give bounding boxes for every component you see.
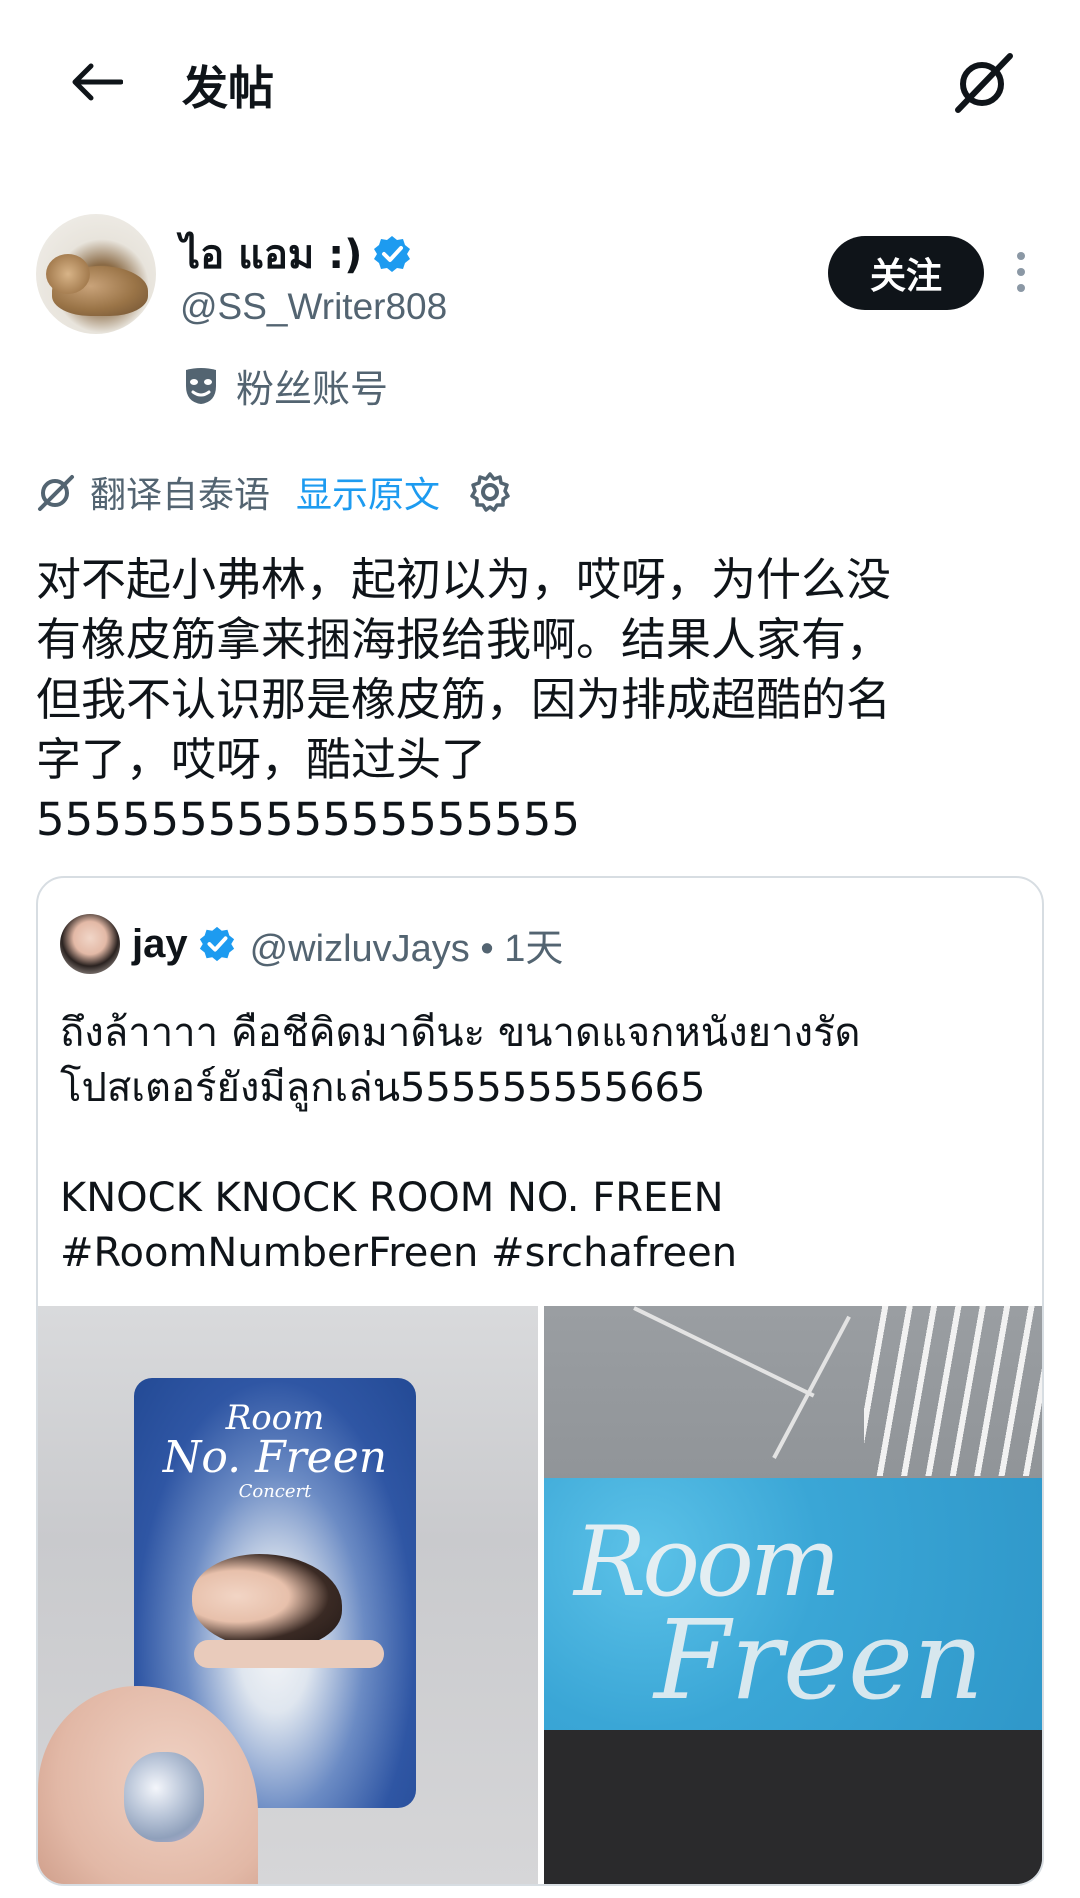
quoted-media-photocard[interactable]: Room No. Freen Concert: [38, 1306, 538, 1884]
mask-icon: [186, 367, 216, 404]
follow-button[interactable]: 关注: [828, 236, 984, 310]
translated-from-label: 翻译自泰语: [90, 475, 271, 516]
gear-icon[interactable]: [468, 470, 512, 514]
quoted-post-text: ถึงล้าาาา คือชีคิดมาดีนะ ขนาดแจกหนังยางร…: [60, 1010, 861, 1276]
glitter-nail: [124, 1752, 204, 1842]
author-avatar[interactable]: [36, 214, 156, 334]
back-button[interactable]: [64, 50, 128, 114]
verified-badge-icon: [199, 926, 234, 962]
more-options-button[interactable]: [1004, 244, 1038, 300]
fan-account-label: 粉丝账号: [236, 367, 389, 411]
quoted-post-header: jay @wizluvJays • 1天: [60, 912, 563, 976]
author-name-row: ไอ แอม :): [180, 222, 412, 286]
crowd-barrier: [864, 1306, 1042, 1476]
quoted-media-flower-board[interactable]: Room Freen: [544, 1306, 1042, 1884]
page-title: 发帖: [182, 61, 274, 115]
author-handle[interactable]: @SS_Writer808: [180, 286, 447, 328]
quoted-author-avatar[interactable]: [60, 914, 120, 974]
author-name[interactable]: ไอ แอม :): [180, 222, 362, 286]
verified-badge-icon: [374, 236, 411, 272]
board-stand: [544, 1730, 1042, 1884]
post-text: 对不起小弗林，起初以为，哎呀，为什么没 有橡皮筋拿来捆海报给我啊。结果人家有， …: [36, 553, 892, 846]
translation-row: 翻译自泰语 显示原文: [36, 468, 512, 516]
fan-account-badge: 粉丝账号: [184, 358, 388, 413]
back-arrow-icon: [72, 63, 123, 101]
photocard-portrait: [192, 1554, 342, 1648]
quoted-author-handle-time: @wizluvJays • 1天: [249, 927, 564, 970]
grok-icon: [955, 53, 1013, 113]
photocard-title: Room No. Freen Concert: [134, 1398, 416, 1502]
photocard-title-line-2: No. Freen: [162, 1432, 388, 1483]
grok-button[interactable]: [946, 44, 1022, 120]
quoted-author-name[interactable]: jay: [132, 922, 188, 967]
quoted-post-card[interactable]: jay @wizluvJays • 1天 ถึงล้าาาา คือชีคิดม…: [36, 876, 1044, 1886]
more-vertical-icon: [1017, 252, 1025, 260]
flower-text-freen: Freen: [654, 1596, 984, 1724]
translate-icon: [38, 475, 74, 511]
show-original-link[interactable]: 显示原文: [296, 466, 440, 518]
top-bar: 发帖: [0, 0, 1080, 172]
photocard-title-line-3: Concert: [238, 1481, 312, 1502]
